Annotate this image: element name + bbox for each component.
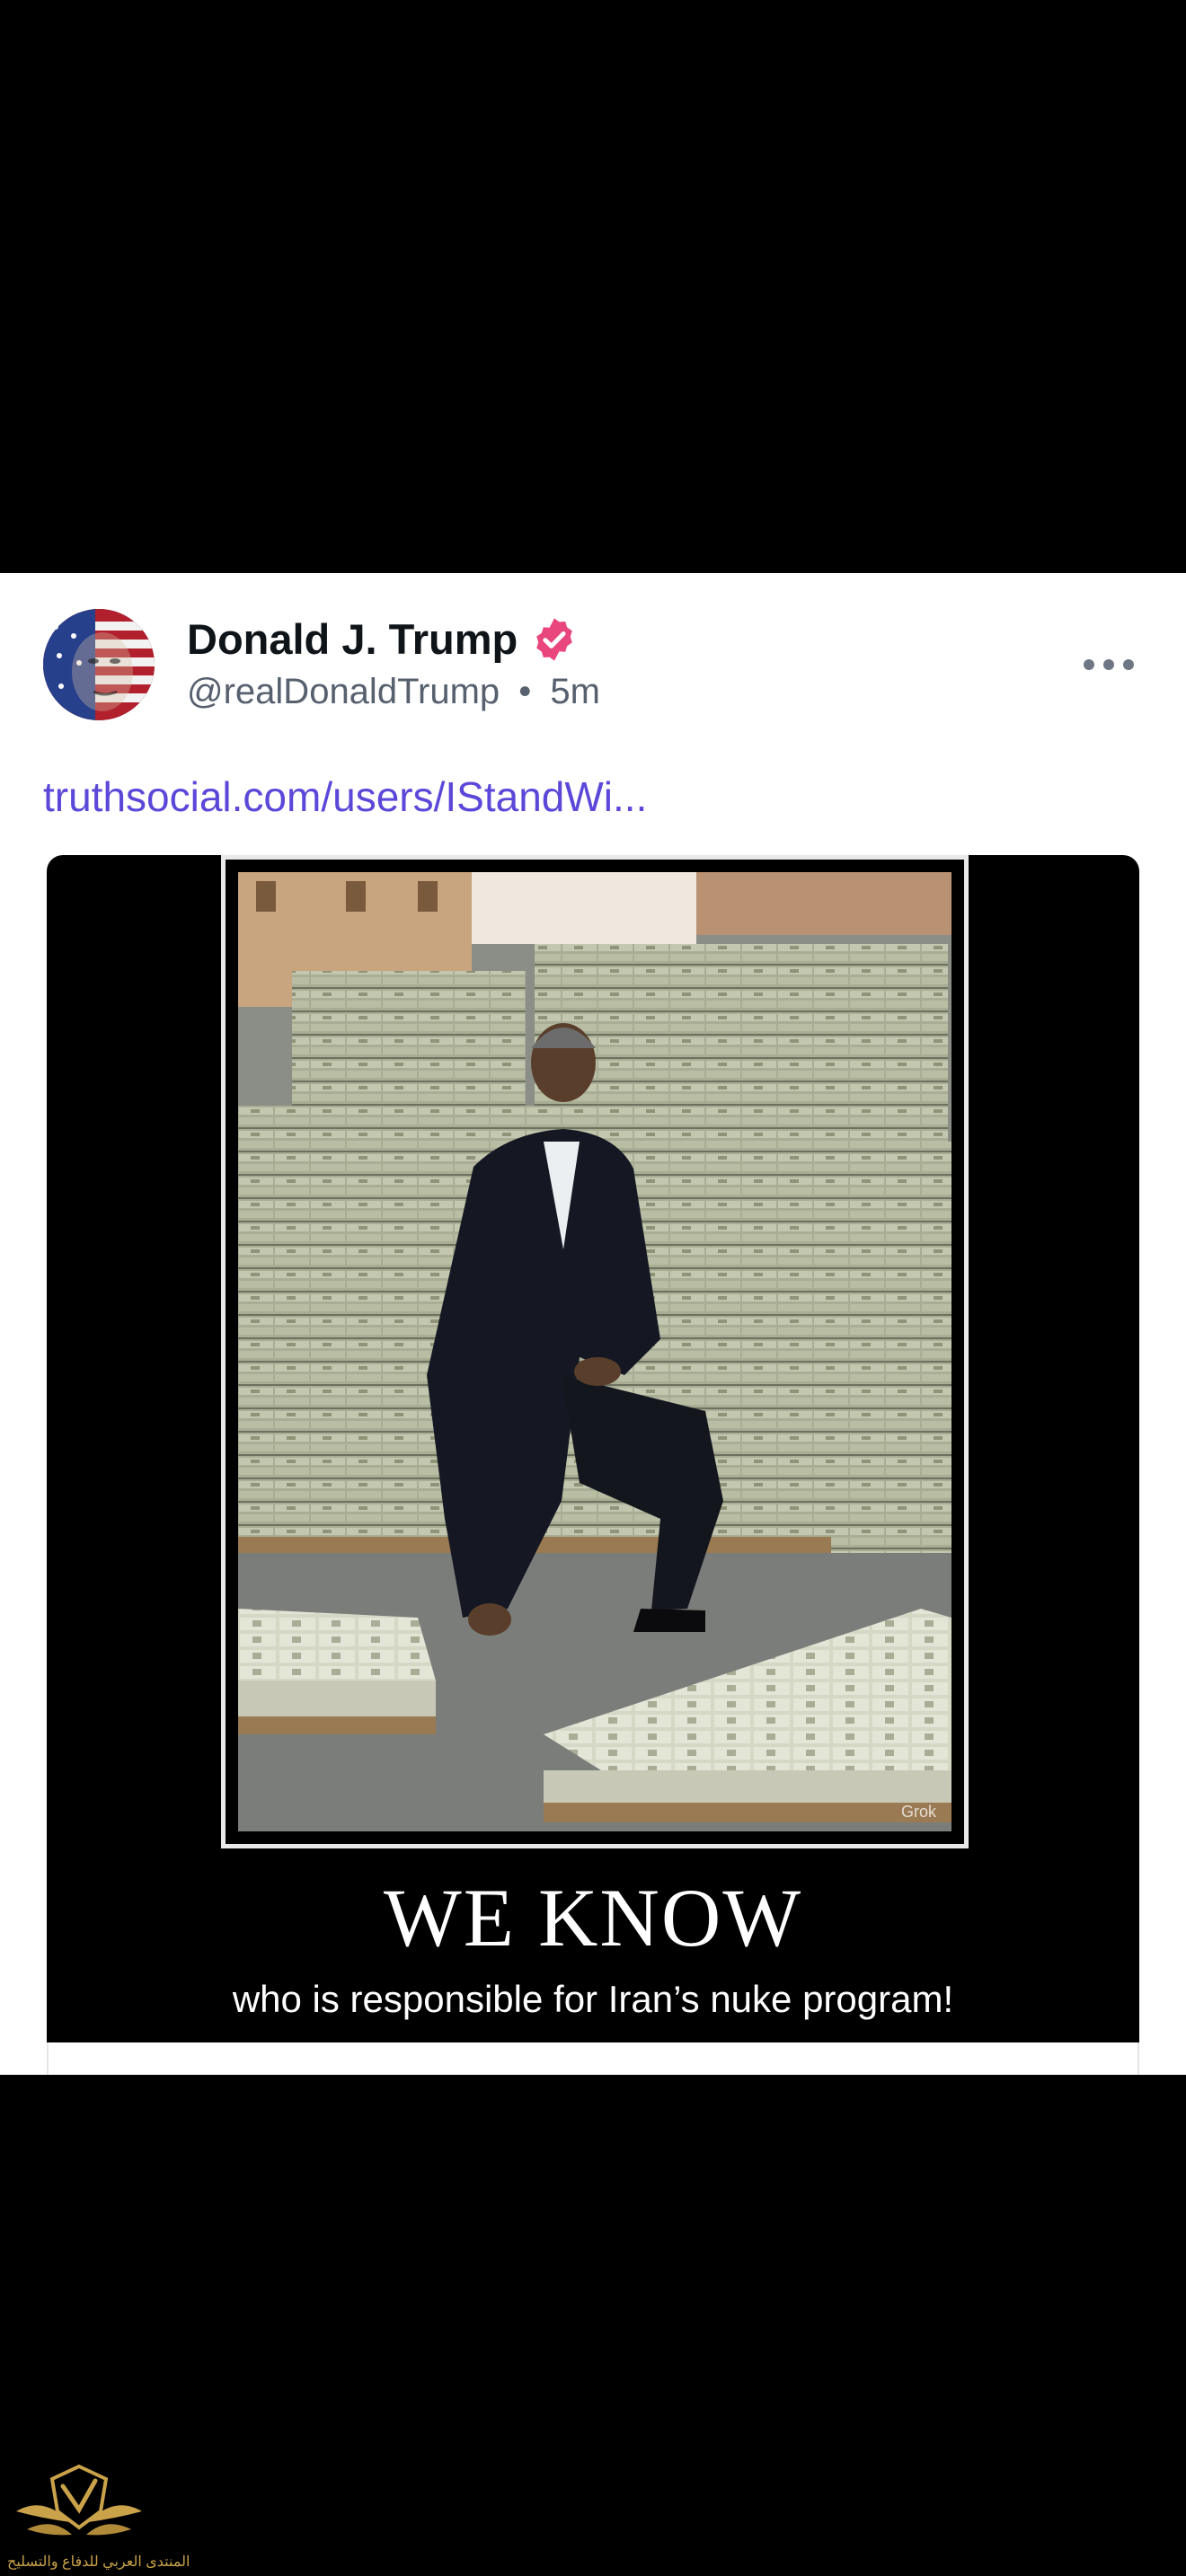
post-card[interactable]: Donald J. Trump @realDonaldTrump • 5m tr… bbox=[0, 573, 1186, 2075]
screen: Donald J. Trump @realDonaldTrump • 5m tr… bbox=[0, 0, 1186, 2576]
meme-photo: Grok bbox=[238, 872, 951, 1831]
author-avatar[interactable] bbox=[43, 609, 155, 720]
more-dot bbox=[1103, 659, 1114, 670]
meme-illustration: Grok bbox=[238, 872, 951, 1831]
author-name[interactable]: Donald J. Trump bbox=[187, 614, 579, 664]
more-dot bbox=[1084, 659, 1094, 670]
grok-watermark: Grok bbox=[901, 1803, 937, 1821]
forum-watermark-text: المنتدى العربي للدفاع والتسليح bbox=[7, 2554, 190, 2570]
post-link[interactable]: truthsocial.com/users/IStandWi... bbox=[43, 772, 647, 821]
meme-headline: WE KNOW bbox=[383, 1872, 803, 1963]
more-dot bbox=[1123, 659, 1134, 670]
meme-caption: who is responsible for Iran’s nuke progr… bbox=[232, 1978, 954, 2020]
post-media[interactable]: Grok WE KNOW who is responsible for Iran… bbox=[47, 855, 1139, 2042]
meta-separator: • bbox=[518, 672, 532, 711]
photo-frame: Grok bbox=[221, 855, 969, 1848]
avatar-image bbox=[43, 609, 155, 720]
verified-badge-icon bbox=[530, 615, 579, 664]
author-handle[interactable]: @realDonaldTrump bbox=[187, 672, 500, 711]
media-bottom-edge bbox=[47, 2042, 1139, 2075]
author-name-text: Donald J. Trump bbox=[187, 615, 518, 663]
post-meta: @realDonaldTrump • 5m bbox=[187, 672, 600, 712]
post-timestamp[interactable]: 5m bbox=[550, 672, 600, 711]
more-options-icon[interactable] bbox=[1084, 656, 1134, 674]
forum-watermark: المنتدى العربي للدفاع والتسليح bbox=[7, 2459, 190, 2572]
